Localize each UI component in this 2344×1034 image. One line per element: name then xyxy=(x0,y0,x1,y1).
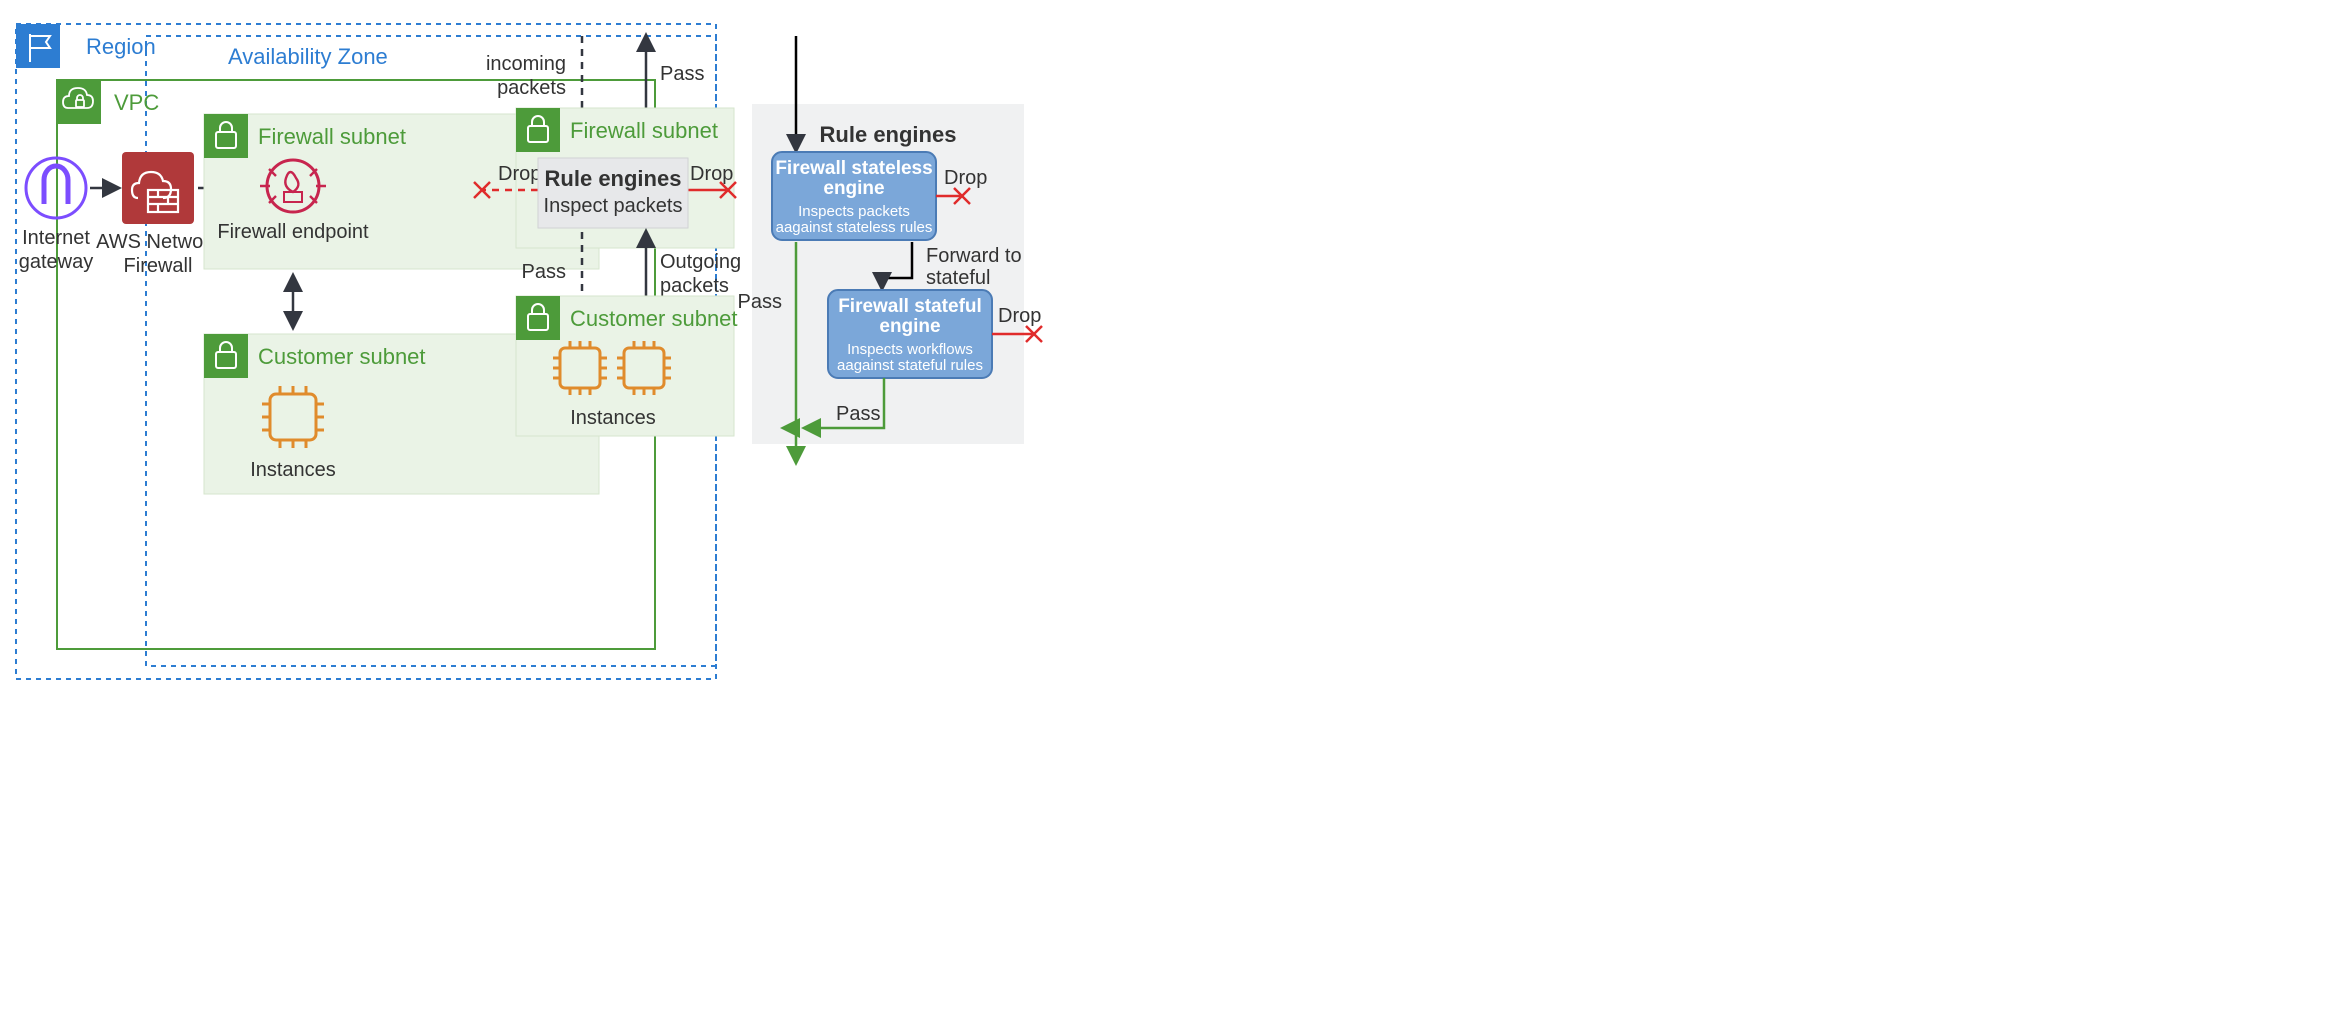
sl2: engine xyxy=(823,178,884,199)
diagram-right: Rule engines Firewall stateless engine I… xyxy=(738,36,1042,462)
cust-subnet-label: Customer subnet xyxy=(258,344,426,369)
pass-l: Pass xyxy=(738,291,782,313)
drop2-label: Drop xyxy=(998,305,1041,327)
sl1: Firewall stateless xyxy=(775,158,932,179)
mid-cust-subnet-icon-bg xyxy=(516,296,560,340)
sf1: Firewall stateful xyxy=(838,296,982,317)
outgoing-2: packets xyxy=(660,275,729,297)
pass-bot: Pass xyxy=(522,261,566,283)
incoming-1: incoming xyxy=(486,53,566,75)
cust-subnet-icon-bg xyxy=(204,334,248,378)
sl3: Inspects packets xyxy=(798,203,910,220)
mid-fw-subnet-label: Firewall subnet xyxy=(570,118,718,143)
fwd2: stateful xyxy=(926,267,990,289)
igw-label-2: gateway xyxy=(19,251,94,273)
anf-label-1: AWS Network xyxy=(96,231,221,253)
mid-instances: Instances xyxy=(570,407,656,429)
fw-subnet-label: Firewall subnet xyxy=(258,124,406,149)
fw-subnet-icon-bg xyxy=(204,114,248,158)
sf3: Inspects workflows xyxy=(847,341,973,358)
drop1-label: Drop xyxy=(944,167,987,189)
vpc-label: VPC xyxy=(114,90,159,115)
anf-label-2: Firewall xyxy=(124,255,193,277)
igw-label-1: Internet xyxy=(22,227,90,249)
az-label: Availability Zone xyxy=(228,44,388,69)
fw-endpoint-label: Firewall endpoint xyxy=(217,221,369,243)
outgoing-1: Outgoing xyxy=(660,251,741,273)
instances-label: Instances xyxy=(250,459,336,481)
re1: Rule engines xyxy=(545,166,682,191)
sf4: aagainst stateful rules xyxy=(837,357,983,374)
fwd1: Forward to xyxy=(926,245,1022,267)
region-icon-bg xyxy=(16,24,60,68)
pass-top: Pass xyxy=(660,63,704,85)
rule-engines-title: Rule engines xyxy=(820,122,957,147)
mid-fw-subnet-icon-bg xyxy=(516,108,560,152)
mid-cust-subnet-label: Customer subnet xyxy=(570,306,738,331)
sf2: engine xyxy=(879,316,940,337)
pass-r: Pass xyxy=(836,403,880,425)
incoming-2: packets xyxy=(497,77,566,99)
drop-left: Drop xyxy=(498,163,541,185)
drop-right: Drop xyxy=(690,163,733,185)
sl4: aagainst stateless rules xyxy=(776,219,933,236)
re2: Inspect packets xyxy=(544,195,683,217)
